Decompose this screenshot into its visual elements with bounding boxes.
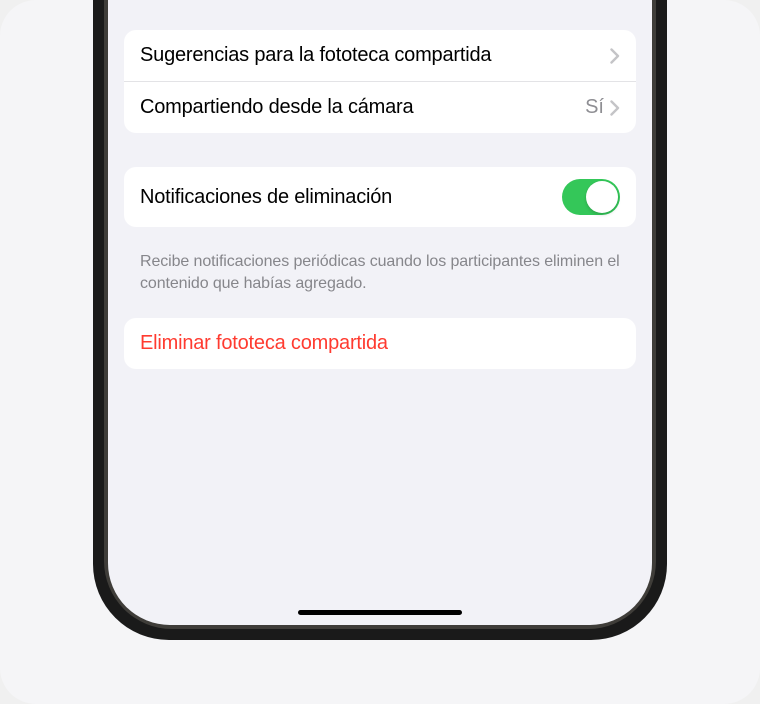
spacer xyxy=(124,149,636,167)
row-deletion-notifications: Notificaciones de eliminación xyxy=(124,167,636,227)
settings-group-notifications: Notificaciones de eliminación xyxy=(124,167,636,227)
row-label: Compartiendo desde la cámara xyxy=(140,96,585,119)
destructive-label: Eliminar fototeca compartida xyxy=(140,332,388,355)
toggle-knob xyxy=(586,181,618,213)
row-sharing-from-camera[interactable]: Compartiendo desde la cámara Sí xyxy=(124,82,636,133)
settings-content: Sugerencias para la fototeca compartida … xyxy=(108,30,652,369)
chevron-right-icon xyxy=(610,48,620,64)
chevron-right-icon xyxy=(610,100,620,116)
row-delete-shared-library[interactable]: Eliminar fototeca compartida xyxy=(124,318,636,369)
row-label: Notificaciones de eliminación xyxy=(140,186,562,209)
settings-group-delete: Eliminar fototeca compartida xyxy=(124,318,636,369)
group-footer-text: Recibe notificaciones periódicas cuando … xyxy=(124,243,636,318)
row-value: Sí xyxy=(585,96,604,119)
settings-group-sharing: Sugerencias para la fototeca compartida … xyxy=(124,30,636,133)
phone-bezel: Sugerencias para la fototeca compartida … xyxy=(104,0,656,629)
phone-frame: Sugerencias para la fototeca compartida … xyxy=(93,0,667,640)
deletion-notifications-toggle[interactable] xyxy=(562,179,620,215)
row-shared-library-suggestions[interactable]: Sugerencias para la fototeca compartida xyxy=(124,30,636,82)
phone-screen: Sugerencias para la fototeca compartida … xyxy=(108,0,652,625)
page-container: Sugerencias para la fototeca compartida … xyxy=(0,0,760,704)
row-label: Sugerencias para la fototeca compartida xyxy=(140,44,610,67)
home-indicator[interactable] xyxy=(298,610,462,616)
